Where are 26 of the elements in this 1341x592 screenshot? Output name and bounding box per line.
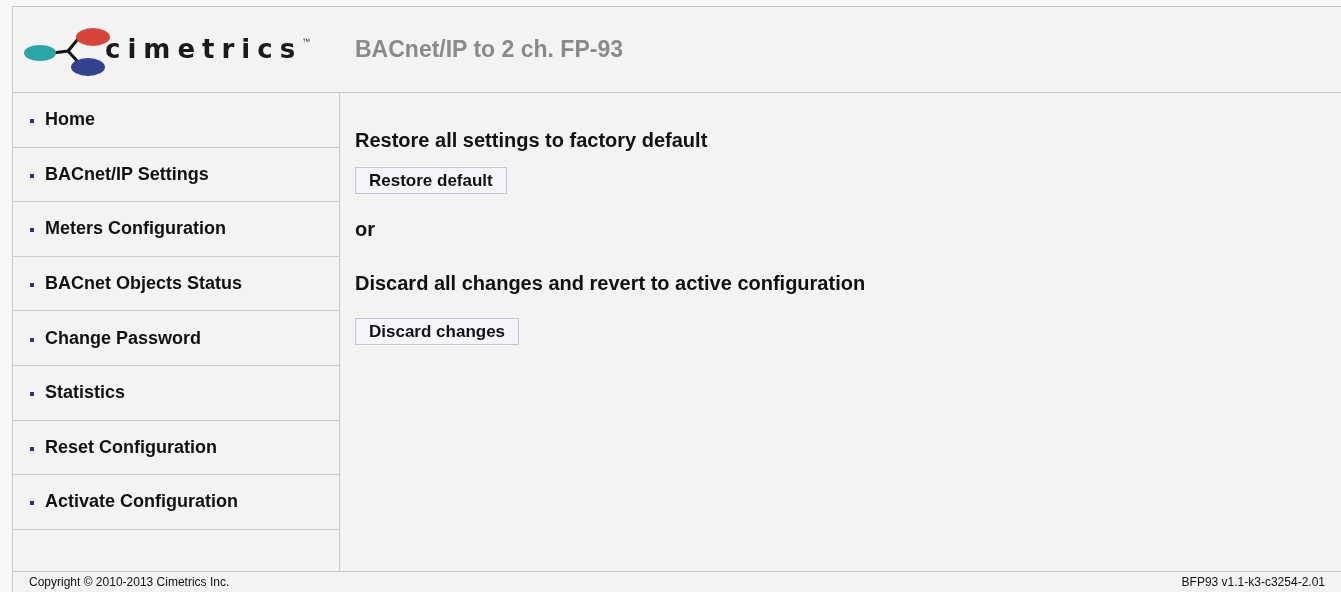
nav-link[interactable]: BACnet/IP Settings bbox=[45, 160, 209, 188]
nav-link[interactable]: Meters Configuration bbox=[45, 215, 226, 243]
bullet-icon bbox=[30, 446, 34, 451]
action-button[interactable]: Discard changes bbox=[355, 318, 520, 345]
nav-link[interactable]: BACnet Objects Status bbox=[45, 270, 243, 298]
nav-link[interactable]: Reset Configuration bbox=[45, 433, 217, 461]
copyright-text: Copyright © 2010-2013 Cimetrics Inc. bbox=[29, 574, 230, 591]
action-button[interactable]: Restore default bbox=[355, 167, 507, 194]
section-heading: Restore all settings to factory default bbox=[355, 128, 708, 153]
trademark-mark: ™ bbox=[302, 36, 311, 48]
bullet-icon bbox=[30, 119, 34, 124]
nav-link[interactable]: Statistics bbox=[45, 379, 126, 407]
nav-link[interactable]: Change Password bbox=[45, 324, 202, 352]
bullet-icon bbox=[30, 337, 34, 342]
bullet-icon bbox=[30, 392, 34, 397]
logo-text: cimetrics bbox=[105, 33, 303, 66]
nav-link[interactable]: Activate Configuration bbox=[45, 488, 238, 516]
section-heading: Discard all changes and revert to active configuration bbox=[355, 271, 866, 296]
page-title: BACnet/IP to 2 ch. FP-93 bbox=[355, 35, 623, 65]
nav-link[interactable]: Home bbox=[45, 106, 95, 134]
bullet-icon bbox=[30, 283, 34, 288]
version-text: BFP93 v1.1-k3-c3254-2.01 bbox=[1181, 574, 1325, 591]
bullet-icon bbox=[30, 228, 34, 233]
bullet-icon bbox=[30, 173, 34, 178]
bullet-icon bbox=[30, 501, 34, 506]
section-heading: or bbox=[355, 217, 375, 242]
